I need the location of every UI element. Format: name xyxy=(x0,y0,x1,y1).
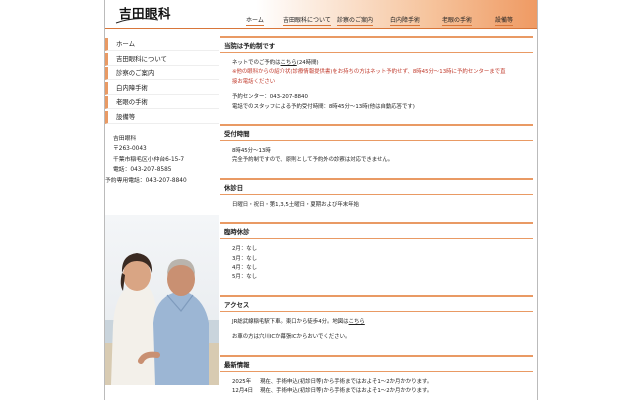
temp-closure-month: 5月：なし xyxy=(232,274,257,281)
news-item: 現在、手術申込(初診日等)から手術まではおよそ1～2か月かかります。 xyxy=(260,378,433,385)
nav-presbyopia[interactable]: 老眼の手術 xyxy=(442,15,473,26)
reservation-section: 当院は予約制です ネットでのご予約はこちら(24時間) ※他の眼科からの紹介状(… xyxy=(220,36,533,118)
couple-photo xyxy=(105,215,219,385)
holidays-section: 休診日 日曜日・祝日・第1,3,5土曜日・夏期および年末年始 xyxy=(220,177,533,216)
sidebar-item-clinic-info[interactable]: 診察のご案内 xyxy=(105,67,219,81)
map-link[interactable]: こちら xyxy=(349,319,365,325)
nav-cataract[interactable]: 白内障手術 xyxy=(390,15,421,26)
reservation-heading: 当院は予約制です xyxy=(220,36,533,53)
sidebar: ホーム 吉田眼科について 診察のご案内 白内障手術 老眼の手術 設備等 xyxy=(105,38,219,126)
nav-about[interactable]: 吉田眼科について xyxy=(283,15,331,26)
temp-closure-heading: 臨時休診 xyxy=(220,222,533,240)
postal-code: 〒263-0043 xyxy=(113,146,147,153)
phone-reservation-hours: 電話でのスタッフによる予約受付時間：8時45分～13時(他は自動応答です) xyxy=(232,103,415,110)
temp-closure-month: 4月：なし xyxy=(232,265,257,272)
news-section: 最新情報 2025年 現在、手術申込(初診日等)から手術まではおよそ1～2か月か… xyxy=(220,354,533,400)
site-header: 吉田眼科 ホーム 吉田眼科について 診察のご案内 白内障手術 老眼の手術 設備等 xyxy=(105,0,537,29)
temp-closure-section: 臨時休診 2月：なし 3月：なし 4月：なし 5月：なし xyxy=(220,222,533,289)
phone-number: 電話：043-207-8585 xyxy=(113,167,172,174)
page-frame: 吉田眼科 ホーム 吉田眼科について 診察のご案内 白内障手術 老眼の手術 設備等… xyxy=(104,0,538,400)
hours-section: 受付時間 8時45分～13時 完全予約制ですので、原則として予約外の診察は対応で… xyxy=(220,124,533,172)
hours-time: 8時45分～13時 xyxy=(232,148,271,155)
sidebar-item-cataract[interactable]: 白内障手術 xyxy=(105,81,219,95)
reservation-phone: 予約専用電話：043-207-8840 xyxy=(105,177,187,184)
news-item: 現在、手術申込(初診日等)から手術まではおよそ1～2か月かかります。 xyxy=(260,388,433,395)
access-section: アクセス JR総武線稲毛駅下車。東口から徒歩4分。地図はこちら お車の方は穴川I… xyxy=(220,294,533,349)
temp-closure-month: 3月：なし xyxy=(232,255,257,262)
sidebar-item-about[interactable]: 吉田眼科について xyxy=(105,52,219,66)
hours-heading: 受付時間 xyxy=(220,124,533,142)
nav-equipment[interactable]: 設備等 xyxy=(495,15,514,26)
street-address: 千葉市稲毛区小仲台6-15-7 xyxy=(113,156,185,163)
access-car-note: お車の方は穴川ICか幕張ICからおいでください。 xyxy=(232,334,351,341)
hours-note: 完全予約制ですので、原則として予約外の診察は対応できません。 xyxy=(232,157,394,164)
sidebar-item-equipment[interactable]: 設備等 xyxy=(105,110,219,124)
holidays-text: 日曜日・祝日・第1,3,5土曜日・夏期および年末年始 xyxy=(232,201,359,208)
temp-closure-month: 2月：なし xyxy=(232,246,257,253)
referral-notice-2: 接お電話ください xyxy=(232,78,276,85)
sidebar-item-home[interactable]: ホーム xyxy=(105,38,219,51)
access-directions: JR総武線稲毛駅下車。東口から徒歩4分。地図は xyxy=(232,318,349,325)
main-content: 当院は予約制です ネットでのご予約はこちら(24時間) ※他の眼科からの紹介状(… xyxy=(220,36,533,400)
nav-clinic-info[interactable]: 診察のご案内 xyxy=(337,15,374,26)
reservation-center-phone: 予約センター：043-207-8840 xyxy=(232,94,308,101)
reservation-text: ネットでのご予約は xyxy=(232,60,281,66)
news-year: 2025年 xyxy=(232,378,252,385)
net-reservation-link[interactable]: こちら xyxy=(281,60,297,66)
nav-home[interactable]: ホーム xyxy=(246,15,264,26)
clinic-name: 吉田眼科 xyxy=(113,136,137,142)
referral-notice-1: ※他の眼科からの紹介状(診療情報提供書)をお持ちの方はネット予約せず、8時45分… xyxy=(232,69,506,76)
clinic-address: 吉田眼科 〒263-0043 千葉市稲毛区小仲台6-15-7 電話：043-20… xyxy=(105,134,219,186)
holidays-heading: 休診日 xyxy=(220,177,533,195)
reservation-hours-note: (24時間) xyxy=(296,60,319,66)
news-date: 12月4日 xyxy=(232,388,254,395)
access-heading: アクセス xyxy=(220,294,533,312)
sidebar-item-presbyopia[interactable]: 老眼の手術 xyxy=(105,96,219,110)
logo-swoosh-icon xyxy=(115,18,159,24)
news-heading: 最新情報 xyxy=(220,354,533,372)
